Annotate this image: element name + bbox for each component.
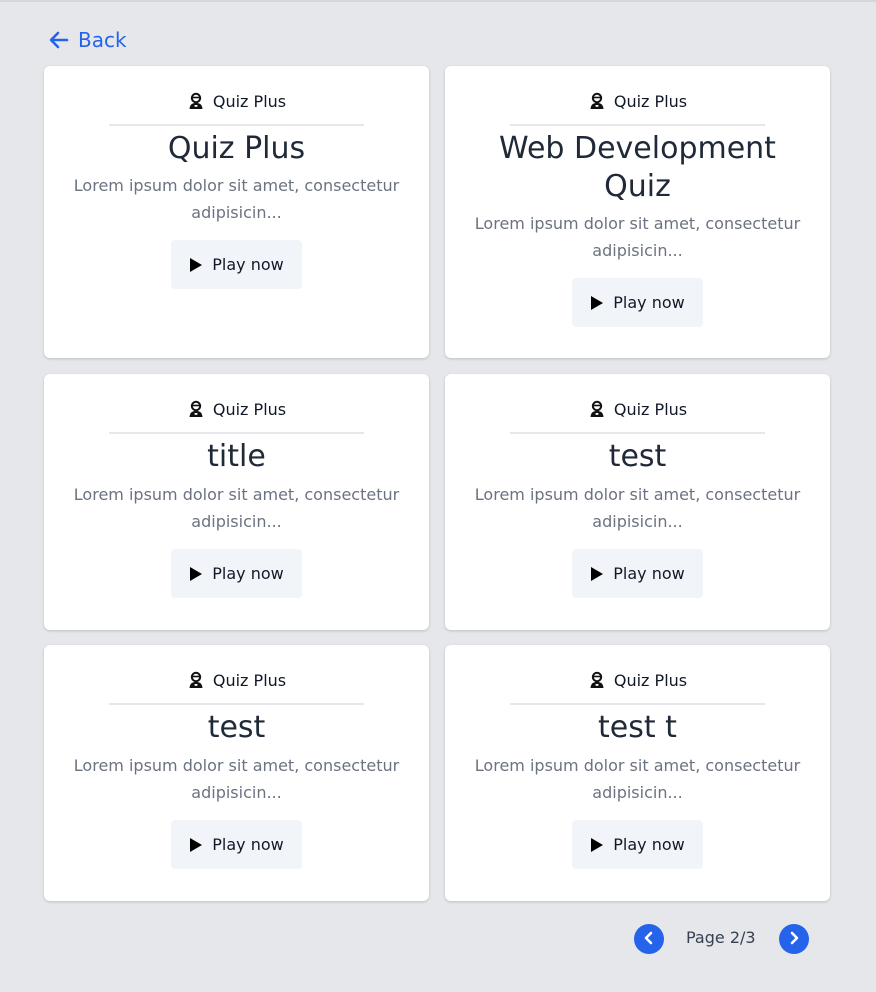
- play-now-label: Play now: [212, 835, 284, 854]
- card-divider: [109, 703, 364, 705]
- quiz-description: Lorem ipsum dolor sit amet, consectetur …: [73, 176, 400, 222]
- play-now-button[interactable]: Play now: [171, 240, 302, 289]
- quiz-card: Quiz Plus Web Development Quiz Lorem ips…: [445, 66, 830, 358]
- quiz-description: Lorem ipsum dolor sit amet, consectetur …: [474, 214, 801, 260]
- back-label: Back: [78, 28, 127, 52]
- quiz-description: Lorem ipsum dolor sit amet, consectetur …: [73, 485, 400, 531]
- chevron-right-icon: [787, 930, 801, 949]
- arrow-left-icon: [48, 29, 70, 51]
- play-now-button[interactable]: Play now: [572, 549, 703, 598]
- quiz-title: Web Development Quiz: [499, 131, 776, 204]
- page-indicator: Page 2/3: [686, 928, 756, 947]
- play-now-label: Play now: [613, 835, 685, 854]
- play-icon: [189, 257, 203, 273]
- next-page-button[interactable]: [779, 924, 809, 954]
- quiz-card: Quiz Plus test Lorem ipsum dolor sit ame…: [445, 374, 830, 630]
- user-avatar-icon: [187, 92, 205, 110]
- play-now-button[interactable]: Play now: [572, 820, 703, 869]
- quiz-title: title: [207, 439, 266, 474]
- play-now-label: Play now: [212, 255, 284, 274]
- play-icon: [189, 566, 203, 582]
- play-now-button[interactable]: Play now: [171, 820, 302, 869]
- card-brand: Quiz Plus: [445, 90, 830, 112]
- play-icon: [590, 837, 604, 853]
- card-brand: Quiz Plus: [44, 398, 429, 420]
- quiz-description: Lorem ipsum dolor sit amet, consectetur …: [73, 756, 400, 802]
- quiz-card: Quiz Plus test t Lorem ipsum dolor sit a…: [445, 645, 830, 901]
- chevron-left-icon: [642, 930, 656, 949]
- play-now-button[interactable]: Play now: [572, 278, 703, 327]
- quiz-card: Quiz Plus Quiz Plus Lorem ipsum dolor si…: [44, 66, 429, 358]
- quiz-title: test: [608, 439, 667, 474]
- brand-name: Quiz Plus: [613, 670, 688, 690]
- play-now-label: Play now: [613, 564, 685, 583]
- brand-name: Quiz Plus: [613, 399, 688, 419]
- top-divider: [0, 0, 876, 2]
- card-brand: Quiz Plus: [445, 669, 830, 691]
- card-divider: [510, 432, 765, 434]
- user-avatar-icon: [588, 92, 606, 110]
- brand-name: Quiz Plus: [613, 91, 688, 111]
- user-avatar-icon: [588, 671, 606, 689]
- brand-name: Quiz Plus: [212, 91, 287, 111]
- quiz-description: Lorem ipsum dolor sit amet, consectetur …: [474, 756, 801, 802]
- card-divider: [109, 432, 364, 434]
- brand-name: Quiz Plus: [212, 670, 287, 690]
- user-avatar-icon: [187, 400, 205, 418]
- play-now-button[interactable]: Play now: [171, 549, 302, 598]
- card-divider: [109, 124, 364, 126]
- play-now-label: Play now: [613, 293, 685, 312]
- quiz-title: Quiz Plus: [167, 131, 306, 166]
- play-icon: [189, 837, 203, 853]
- card-divider: [510, 703, 765, 705]
- quiz-description: Lorem ipsum dolor sit amet, consectetur …: [474, 485, 801, 531]
- card-brand: Quiz Plus: [44, 90, 429, 112]
- quiz-card: Quiz Plus title Lorem ipsum dolor sit am…: [44, 374, 429, 630]
- card-brand: Quiz Plus: [445, 398, 830, 420]
- user-avatar-icon: [187, 671, 205, 689]
- play-icon: [590, 295, 604, 311]
- play-now-label: Play now: [212, 564, 284, 583]
- card-divider: [510, 124, 765, 126]
- quiz-card: Quiz Plus test Lorem ipsum dolor sit ame…: [44, 645, 429, 901]
- play-icon: [590, 566, 604, 582]
- user-avatar-icon: [588, 400, 606, 418]
- brand-name: Quiz Plus: [212, 399, 287, 419]
- back-link[interactable]: Back: [48, 26, 127, 54]
- quiz-title: test t: [598, 710, 677, 745]
- card-brand: Quiz Plus: [44, 669, 429, 691]
- quiz-title: test: [207, 710, 266, 745]
- previous-page-button[interactable]: [634, 924, 664, 954]
